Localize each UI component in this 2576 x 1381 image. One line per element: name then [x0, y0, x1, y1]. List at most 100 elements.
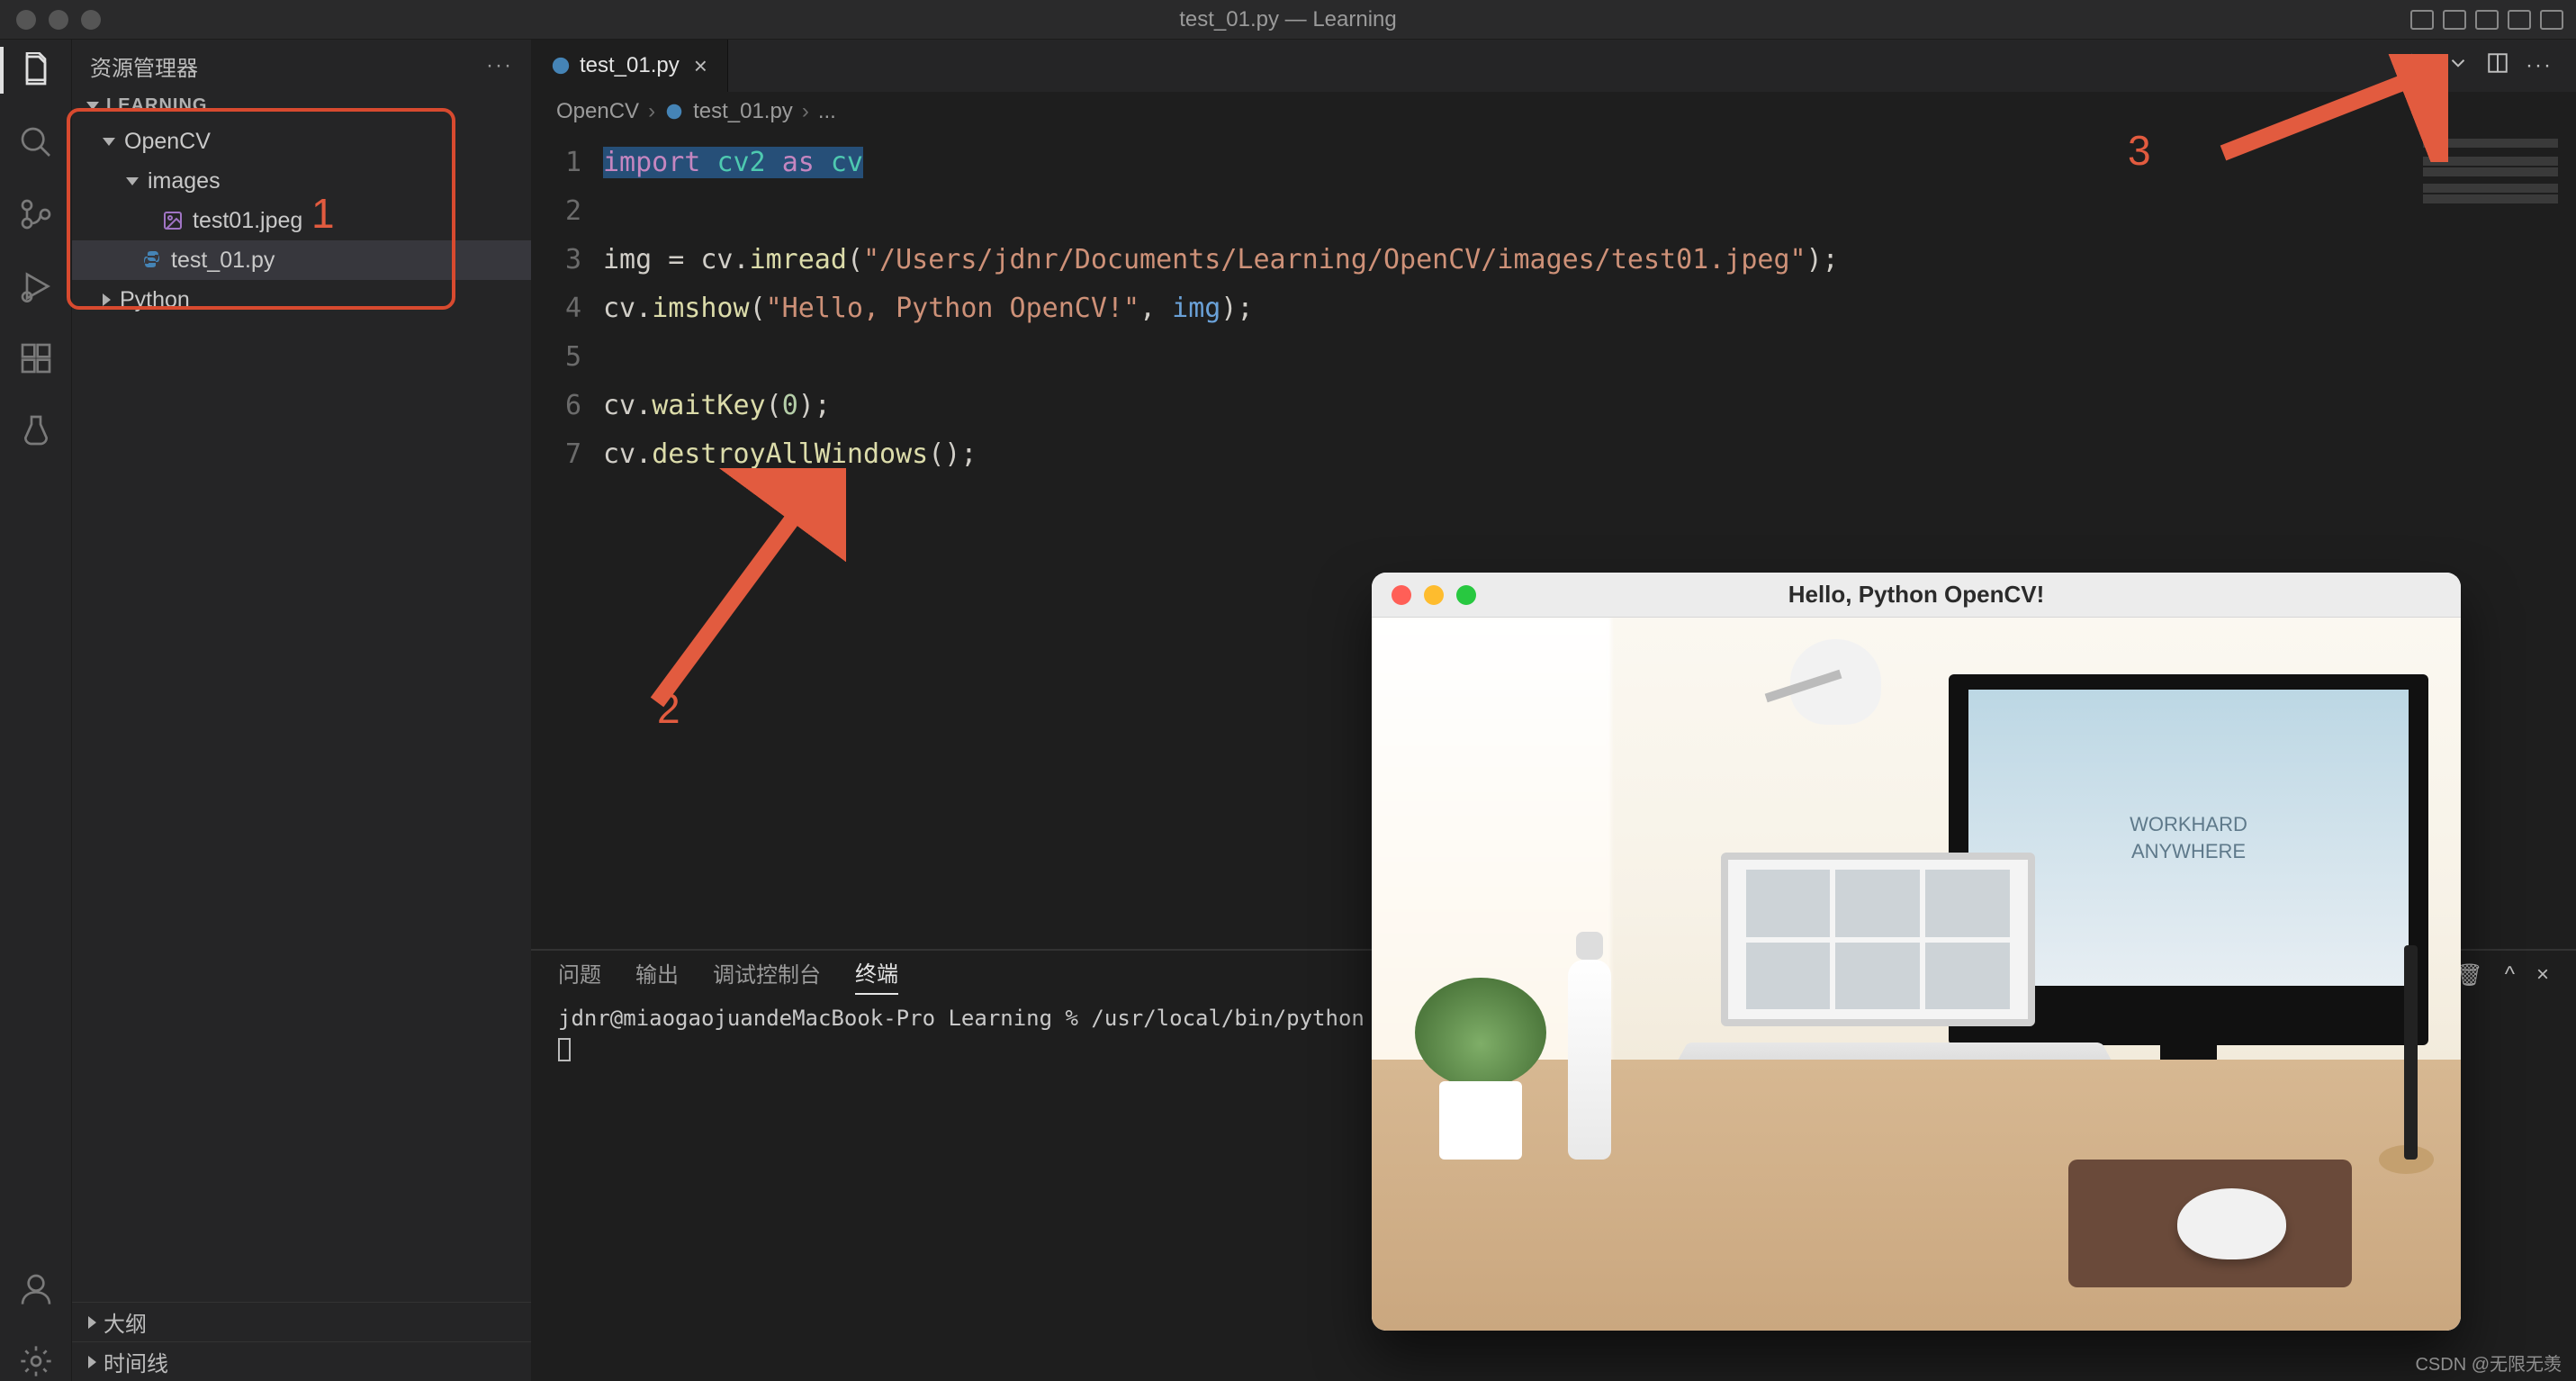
run-dropdown-icon[interactable]	[2446, 51, 2470, 81]
explorer-sidebar: 资源管理器 ··· LEARNING OpenCV images test01	[72, 40, 531, 1381]
breadcrumb-item[interactable]: ...	[818, 99, 836, 124]
run-button[interactable]	[2407, 51, 2430, 81]
traffic-max[interactable]	[81, 10, 101, 30]
file-label: test01.jpeg	[193, 208, 302, 234]
extensions-icon[interactable]	[16, 338, 56, 378]
tab-close-icon[interactable]: ×	[694, 52, 707, 80]
tok: cv	[603, 390, 635, 421]
panel-tab-terminal[interactable]: 终端	[855, 956, 898, 995]
file-label: test_01.py	[171, 248, 275, 274]
sidebar-bottom-sections: 大纲 时间线	[72, 1302, 531, 1381]
sidebar-more-icon[interactable]: ···	[486, 53, 513, 78]
line-number: 7	[531, 430, 581, 479]
close-icon[interactable]: ×	[2536, 962, 2549, 988]
panel-tab-debug[interactable]: 调试控制台	[713, 957, 821, 994]
settings-gear-icon[interactable]	[16, 1341, 56, 1381]
folder-label: images	[148, 168, 221, 194]
tok: "/Users/jdnr/Documents/Learning/OpenCV/i…	[863, 244, 1806, 275]
tok: cv2	[716, 147, 765, 178]
window-titlebar: test_01.py — Learning	[0, 0, 2576, 40]
window-title: test_01.py — Learning	[1179, 7, 1397, 32]
tok: waitKey	[652, 390, 765, 421]
explorer-icon[interactable]	[16, 50, 56, 90]
folder-python[interactable]: Python	[72, 280, 531, 320]
account-icon[interactable]	[16, 1269, 56, 1309]
sidebar-header: 资源管理器 ···	[72, 40, 531, 92]
workspace-section[interactable]: LEARNING	[72, 92, 531, 120]
line-number: 6	[531, 382, 581, 430]
panel-tab-problems[interactable]: 问题	[558, 957, 601, 994]
chevron-up-icon[interactable]: ^	[2505, 962, 2515, 988]
file-test01-py[interactable]: test_01.py	[72, 240, 531, 280]
folder-label: Python	[120, 287, 190, 313]
chevron-down-icon	[126, 177, 139, 185]
search-icon[interactable]	[16, 122, 56, 162]
timeline-section[interactable]: 时间线	[72, 1341, 531, 1381]
opencv-output-window[interactable]: Hello, Python OpenCV! WORKHARD ANYWHERE	[1372, 573, 2461, 1331]
panel-actions: 🗑 ^ ×	[2455, 962, 2549, 988]
monitor-text: ANYWHERE	[2131, 840, 2246, 863]
traffic-min[interactable]	[1424, 585, 1444, 605]
layout-customize-icon[interactable]	[2540, 10, 2563, 30]
traffic-close[interactable]	[1392, 585, 1411, 605]
line-number: 4	[531, 284, 581, 333]
python-file-icon	[140, 249, 162, 271]
tok: img	[1172, 293, 1220, 324]
chevron-down-icon	[103, 138, 115, 146]
panel-tab-output[interactable]: 输出	[635, 957, 679, 994]
more-actions-icon[interactable]: ···	[2526, 53, 2553, 78]
tab-label: test_01.py	[580, 53, 680, 78]
titlebar-layout-icons[interactable]	[2410, 10, 2576, 30]
timeline-label: 时间线	[104, 1346, 168, 1377]
cv-image-content: WORKHARD ANYWHERE	[1372, 618, 2461, 1331]
layout-icon[interactable]	[2443, 10, 2466, 30]
traffic-max[interactable]	[1456, 585, 1476, 605]
image-file-icon	[162, 210, 184, 231]
tok: img	[603, 244, 652, 275]
folder-label: OpenCV	[124, 129, 211, 155]
traffic-close[interactable]	[16, 10, 36, 30]
mac-traffic-lights[interactable]	[0, 10, 101, 30]
cv-window-title: Hello, Python OpenCV!	[1788, 581, 2045, 609]
editor-tabs: test_01.py × ···	[531, 40, 2576, 92]
run-debug-icon[interactable]	[16, 266, 56, 306]
cv-traffic-lights[interactable]	[1372, 585, 1476, 605]
editor-actions: ···	[2407, 40, 2576, 92]
traffic-min[interactable]	[49, 10, 68, 30]
tok: imshow	[652, 293, 749, 324]
layout-icon[interactable]	[2410, 10, 2434, 30]
breadcrumb-item[interactable]: test_01.py	[693, 99, 793, 124]
folder-opencv[interactable]: OpenCV	[72, 122, 531, 161]
layout-icon[interactable]	[2508, 10, 2531, 30]
tok: "Hello, Python OpenCV!"	[766, 293, 1139, 324]
file-test01-jpeg[interactable]: test01.jpeg	[72, 201, 531, 240]
line-number: 2	[531, 187, 581, 236]
layout-icon[interactable]	[2475, 10, 2499, 30]
tok: cv	[700, 244, 733, 275]
workspace-label: LEARNING	[106, 95, 207, 116]
chevron-right-icon	[103, 293, 111, 306]
line-number: 1	[531, 139, 581, 187]
activity-bar	[0, 40, 72, 1381]
tok: 0	[782, 390, 798, 421]
tok: cv	[831, 147, 863, 178]
file-tree: OpenCV images test01.jpeg test_01.py Pyt…	[72, 120, 531, 321]
tok: cv	[603, 293, 635, 324]
split-editor-icon[interactable]	[2486, 51, 2509, 81]
breadcrumb[interactable]: OpenCV › test_01.py › ...	[531, 92, 2576, 131]
chevron-down-icon	[86, 102, 99, 110]
chevron-right-icon: ›	[802, 99, 809, 124]
outline-label: 大纲	[104, 1306, 147, 1338]
tab-test01-py[interactable]: test_01.py ×	[531, 40, 728, 92]
testing-icon[interactable]	[16, 411, 56, 450]
folder-images[interactable]: images	[72, 161, 531, 201]
cv-window-titlebar[interactable]: Hello, Python OpenCV!	[1372, 573, 2461, 618]
terminal-line: jdnr@miaogaojuandeMacBook-Pro Learning %…	[558, 1006, 1365, 1031]
line-gutter: 1 2 3 4 5 6 7	[531, 131, 603, 949]
line-number: 5	[531, 333, 581, 382]
tok: as	[782, 147, 815, 178]
tok: import	[603, 147, 700, 178]
source-control-icon[interactable]	[16, 194, 56, 234]
outline-section[interactable]: 大纲	[72, 1302, 531, 1341]
breadcrumb-item[interactable]: OpenCV	[556, 99, 639, 124]
